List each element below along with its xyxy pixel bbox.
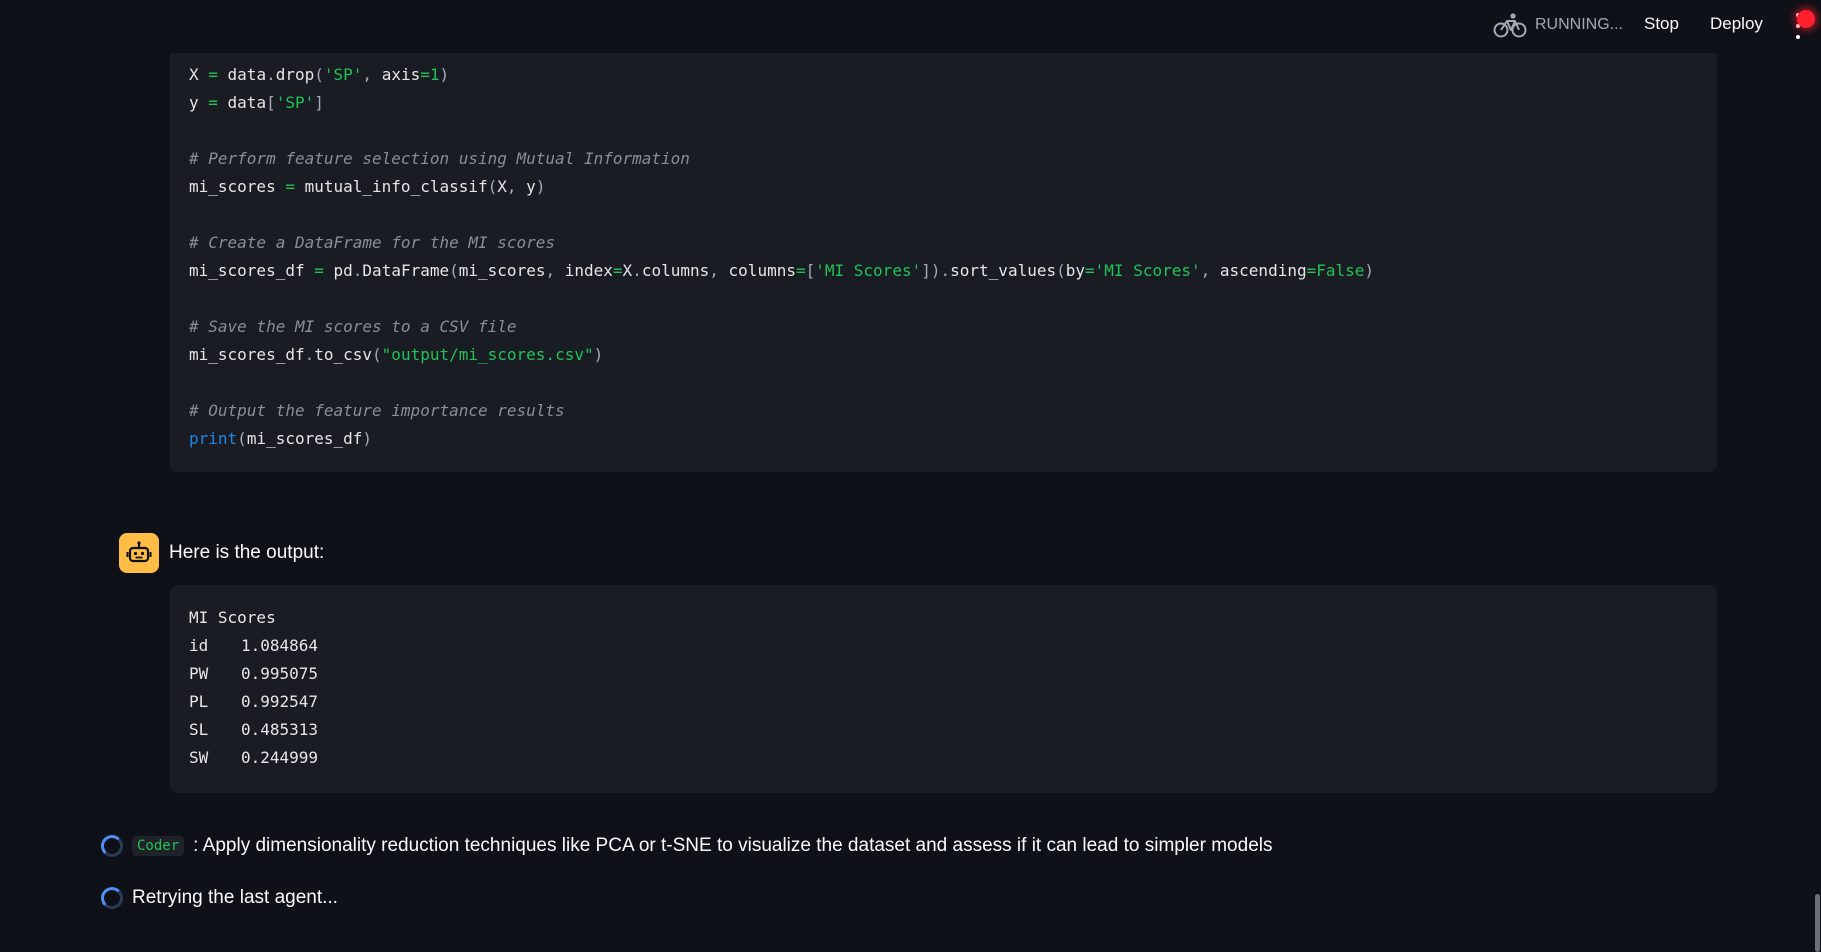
output-header: MI Scores xyxy=(189,608,276,627)
assistant-text: Here is the output: xyxy=(169,542,325,563)
stop-button[interactable]: Stop xyxy=(1644,14,1679,34)
output-block: MI Scores id 1.084864 PW 0.995075 PL 0.9925… xyxy=(170,585,1717,793)
deploy-button[interactable]: Deploy xyxy=(1710,14,1763,34)
code-line: print(mi_scores_df) xyxy=(189,429,373,448)
agent-step: Coder : Apply dimensionality reduction t… xyxy=(101,835,1272,857)
code-comment: # Save the MI scores to a CSV file xyxy=(189,317,517,336)
output-row: id 1.084864 xyxy=(189,636,319,655)
code-comment: # Perform feature selection using Mutual… xyxy=(189,149,690,168)
code-comment: # Create a DataFrame for the MI scores xyxy=(189,233,556,252)
code-line: mi_scores_df = pd.DataFrame(mi_scores, i… xyxy=(189,261,1375,280)
output-row: SW 0.244999 xyxy=(189,748,319,767)
scrollbar-thumb[interactable] xyxy=(1815,894,1820,952)
agent-tag: Coder xyxy=(132,836,185,856)
top-toolbar: RUNNING... Stop Deploy xyxy=(0,0,1821,53)
robot-icon xyxy=(119,533,159,573)
spinner-icon xyxy=(101,887,123,909)
bicycle-icon xyxy=(1493,13,1527,38)
running-status: RUNNING... xyxy=(1493,12,1623,38)
code-comment: # Output the feature importance results xyxy=(189,401,565,420)
code-line: X = data.drop('SP', axis=1) xyxy=(189,65,450,84)
output-row: SL 0.485313 xyxy=(189,720,319,739)
code-line: y = data['SP'] xyxy=(189,93,324,112)
retry-step: Retrying the last agent... xyxy=(101,887,338,909)
status-text: RUNNING... xyxy=(1535,16,1623,33)
spinner-icon xyxy=(101,835,123,857)
code-block: X = data.drop('SP', axis=1) y = data['SP… xyxy=(170,46,1717,472)
assistant-message: Here is the output: xyxy=(119,533,324,573)
code-line: mi_scores_df.to_csv("output/mi_scores.cs… xyxy=(189,345,604,364)
code-line: mi_scores = mutual_info_classif(X, y) xyxy=(189,177,546,196)
output-row: PL 0.992547 xyxy=(189,692,319,711)
recording-indicator xyxy=(1797,10,1815,28)
output-row: PW 0.995075 xyxy=(189,664,319,683)
retry-text: Retrying the last agent... xyxy=(132,887,338,908)
step-text: : Apply dimensionality reduction techniq… xyxy=(193,835,1273,856)
